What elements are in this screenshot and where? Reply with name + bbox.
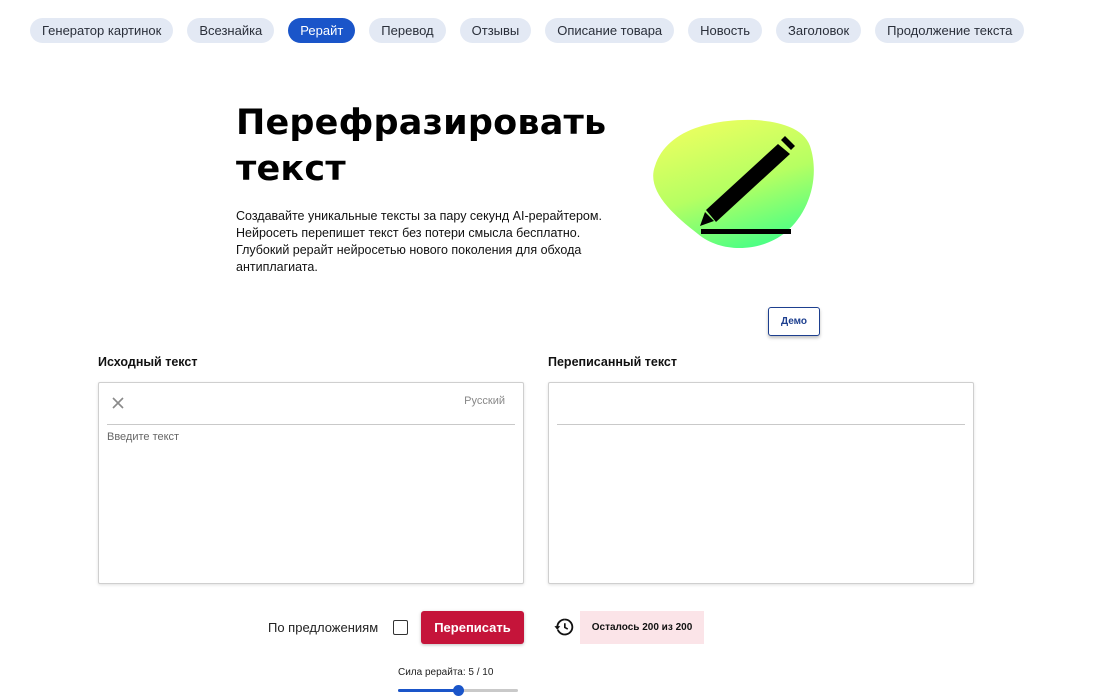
divider [557, 424, 965, 425]
rewritten-text-panel [548, 382, 974, 584]
page-title: Перефразировать текст [236, 100, 656, 192]
tab-news[interactable]: Новость [688, 18, 763, 43]
language-selector[interactable]: Русский [464, 395, 505, 407]
divider [107, 424, 515, 425]
page-title-line2: текст [236, 149, 346, 189]
hero-illustration [653, 119, 814, 249]
rewrite-strength-slider[interactable] [398, 684, 518, 697]
remaining-quota-badge: Осталось 200 из 200 [580, 611, 704, 644]
source-text-label: Исходный текст [98, 355, 198, 369]
page-title-line1: Перефразировать [236, 103, 607, 143]
description-line: Нейросеть перепишет текст без потери смы… [236, 226, 581, 240]
tab-translation[interactable]: Перевод [369, 18, 446, 43]
description-line: Создавайте уникальные тексты за пару сек… [236, 209, 602, 223]
by-sentence-checkbox[interactable] [393, 620, 408, 635]
slider-thumb[interactable] [452, 685, 464, 696]
rewrite-button[interactable]: Переписать [421, 611, 524, 644]
slider-fill [398, 689, 458, 692]
source-text-input[interactable] [107, 431, 515, 575]
tab-text-continuation[interactable]: Продолжение текста [875, 18, 1025, 43]
tool-tabs: Генератор картинок Всезнайка Рерайт Пере… [30, 18, 1025, 43]
rewrite-strength-label: Сила рерайта: 5 / 10 [398, 667, 494, 678]
tab-reviews[interactable]: Отзывы [459, 18, 532, 43]
source-text-panel: Русский [98, 382, 524, 584]
page-description: Создавайте уникальные тексты за пару сек… [236, 208, 646, 276]
blob-shape [653, 119, 814, 249]
description-line: Глубокий рерайт нейросетью нового поколе… [236, 243, 582, 257]
history-icon[interactable] [554, 617, 574, 637]
demo-button[interactable]: Демо [768, 307, 820, 336]
description-line: антиплагиата. [236, 260, 318, 274]
by-sentence-label: По предложениям [268, 620, 379, 635]
tab-product-description[interactable]: Описание товара [545, 18, 675, 43]
tab-know-it-all[interactable]: Всезнайка [187, 18, 275, 43]
tab-headline[interactable]: Заголовок [776, 18, 862, 43]
close-icon[interactable] [111, 396, 125, 410]
tab-rewrite[interactable]: Рерайт [288, 18, 356, 43]
rewritten-text-label: Переписанный текст [548, 355, 677, 369]
tab-image-generator[interactable]: Генератор картинок [30, 18, 174, 43]
